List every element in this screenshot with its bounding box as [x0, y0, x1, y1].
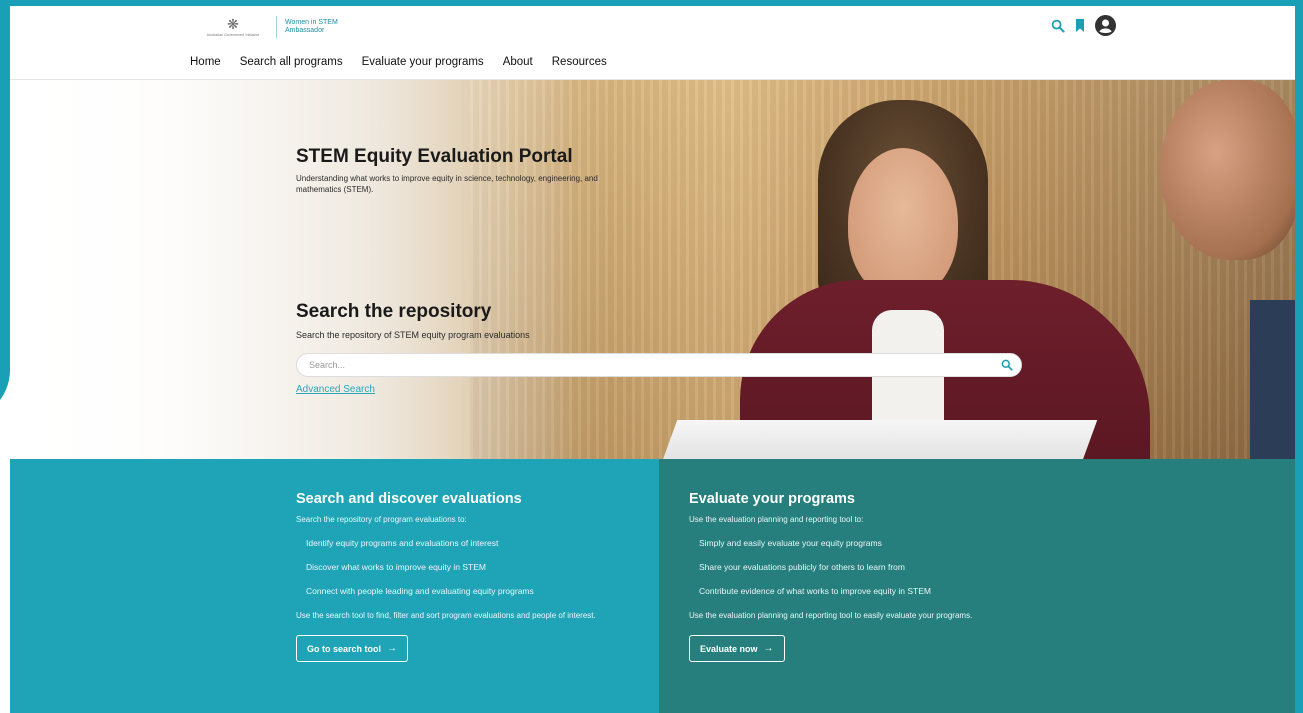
search-input[interactable] — [309, 360, 1001, 370]
evaluate-panel-outro: Use the evaluation planning and reportin… — [689, 611, 973, 620]
hero-photo-person-face — [848, 148, 958, 298]
arrow-right-icon: → — [387, 643, 398, 654]
main-nav: Home Search all programs Evaluate your p… — [190, 56, 626, 68]
search-icon[interactable] — [1051, 19, 1065, 33]
site-logo[interactable]: ❋ Australian Government Initiative Women… — [196, 14, 338, 40]
nav-about[interactable]: About — [503, 56, 533, 68]
site-header: ❋ Australian Government Initiative Women… — [10, 6, 1295, 80]
search-heading: Search the repository — [296, 301, 492, 322]
arrow-right-icon: → — [763, 643, 774, 654]
search-panel-outro: Use the search tool to find, filter and … — [296, 611, 596, 620]
brand-name: Women in STEM Ambassador — [285, 19, 338, 35]
account-icon[interactable] — [1095, 15, 1116, 36]
search-panel-title: Search and discover evaluations — [296, 491, 522, 507]
bookmark-icon[interactable] — [1075, 19, 1085, 32]
go-to-search-tool-label: Go to search tool — [307, 643, 382, 654]
frame-left-curve — [0, 300, 10, 420]
list-item: Simply and easily evaluate your equity p… — [699, 538, 882, 548]
list-item: Connect with people leading and evaluati… — [306, 586, 534, 596]
gov-crest: ❋ Australian Government Initiative — [196, 14, 270, 40]
evaluate-panel-intro: Use the evaluation planning and reportin… — [689, 515, 864, 524]
search-submit-icon[interactable] — [1001, 359, 1013, 371]
search-panel-list: Identify equity programs and evaluations… — [296, 538, 636, 596]
frame-left-border — [0, 0, 10, 330]
nav-resources[interactable]: Resources — [552, 56, 607, 68]
brand-line-2: Ambassador — [285, 27, 325, 34]
header-actions — [1051, 15, 1116, 36]
search-description: Search the repository of STEM equity pro… — [296, 330, 530, 340]
list-item: Identify equity programs and evaluations… — [306, 538, 499, 548]
evaluate-programs-panel: Evaluate your programs Use the evaluatio… — [659, 459, 1295, 713]
search-panel-content: Search and discover evaluations Search t… — [296, 491, 636, 662]
hero-photo-papers — [662, 420, 1098, 459]
gov-crest-text: Australian Government Initiative — [206, 33, 260, 37]
list-item: Share your evaluations publicly for othe… — [699, 562, 905, 572]
brand-line-1: Women in STEM — [285, 19, 338, 26]
coat-of-arms-icon: ❋ — [227, 16, 239, 32]
hero-photo-second-person-body — [1250, 300, 1295, 459]
go-to-search-tool-button[interactable]: Go to search tool → — [296, 635, 409, 662]
evaluate-panel-list: Simply and easily evaluate your equity p… — [689, 538, 1029, 596]
list-item: Contribute evidence of what works to imp… — [699, 586, 931, 596]
hero-section: STEM Equity Evaluation Portal Understand… — [10, 80, 1295, 459]
page-subtitle: Understanding what works to improve equi… — [296, 174, 598, 194]
evaluate-panel-title: Evaluate your programs — [689, 491, 855, 507]
hero-overlay — [10, 80, 610, 459]
logo-divider — [276, 16, 277, 38]
evaluate-panel-content: Evaluate your programs Use the evaluatio… — [689, 491, 1029, 662]
evaluate-now-label: Evaluate now — [700, 643, 758, 654]
repository-search-bar — [296, 353, 1022, 377]
search-panel-intro: Search the repository of program evaluat… — [296, 515, 467, 524]
page-title: STEM Equity Evaluation Portal — [296, 146, 573, 167]
advanced-search-link[interactable]: Advanced Search — [296, 384, 375, 395]
evaluate-now-button[interactable]: Evaluate now → — [689, 635, 785, 662]
search-evaluations-panel: Search and discover evaluations Search t… — [10, 459, 659, 713]
frame-right-border — [1295, 0, 1303, 713]
nav-evaluate-your-programs[interactable]: Evaluate your programs — [362, 56, 484, 68]
hero-photo-second-person — [1160, 80, 1295, 260]
nav-search-all-programs[interactable]: Search all programs — [240, 56, 343, 68]
list-item: Discover what works to improve equity in… — [306, 562, 486, 572]
nav-home[interactable]: Home — [190, 56, 221, 68]
